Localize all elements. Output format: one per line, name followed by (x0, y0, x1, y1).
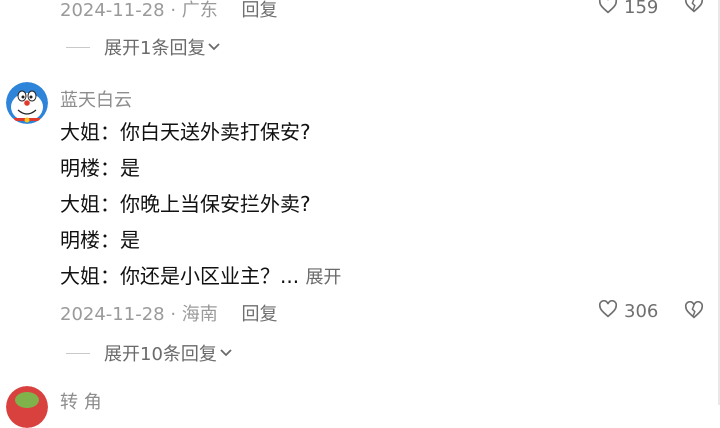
expand-replies-label: 展开1条回复 (104, 38, 206, 59)
like-button[interactable]: 306 (598, 299, 659, 323)
comment-location: 海南 (181, 304, 218, 325)
expand-replies-button[interactable]: 展开10条回复 (66, 340, 232, 366)
comment-date: 2024-11-28 (60, 304, 165, 325)
prev-like-count: 159 (624, 0, 659, 18)
heart-icon (598, 299, 618, 323)
dislike-button[interactable] (684, 300, 704, 323)
expand-replies-button[interactable]: 展开1条回复 (66, 34, 221, 60)
reply-button[interactable]: 回复 (242, 304, 278, 325)
comment-username[interactable]: 蓝天白云 (60, 86, 132, 112)
divider-dash (66, 46, 90, 48)
comment-meta: 2024-11-28 · 海南 回复 (60, 300, 278, 326)
comment-line: 明楼：是 (60, 228, 140, 252)
expand-replies-label: 展开10条回复 (104, 344, 217, 365)
prev-comment-meta: 2024-11-28 · 广东 回复 (60, 0, 278, 22)
heart-icon (598, 0, 618, 19)
broken-heart-icon (684, 0, 704, 17)
comment-line-last: 大姐：你还是小区业主？... 展开 (60, 258, 341, 296)
chevron-down-icon (220, 345, 232, 361)
prev-comment-date: 2024-11-28 (60, 0, 165, 21)
prev-like-button[interactable]: 159 (598, 0, 658, 19)
avatar[interactable] (6, 82, 48, 124)
broken-heart-icon (684, 300, 704, 323)
next-comment-username[interactable]: 转 角 (60, 388, 102, 414)
prev-dislike-button[interactable] (684, 0, 704, 17)
divider-dash (66, 352, 90, 354)
comment-line: 大姐：你还是小区业主？... (60, 264, 300, 288)
comment-line: 大姐：你白天送外卖打保安? (60, 120, 311, 144)
show-more-link[interactable]: 展开 (305, 267, 341, 288)
comment-body: 大姐：你白天送外卖打保安? 明楼：是 大姐：你晚上当保安拦外卖? 明楼：是 大姐… (60, 114, 341, 296)
prev-reply-button[interactable]: 回复 (242, 0, 278, 21)
chevron-down-icon (208, 39, 221, 55)
comment-line: 明楼：是 (60, 156, 140, 180)
meta-dot: · (170, 304, 182, 325)
meta-dot: · (170, 0, 182, 21)
prev-comment-location: 广东 (181, 0, 218, 21)
comment-line: 大姐：你晚上当保安拦外卖? (60, 192, 311, 216)
like-count: 306 (624, 301, 659, 322)
next-avatar[interactable] (6, 386, 48, 428)
